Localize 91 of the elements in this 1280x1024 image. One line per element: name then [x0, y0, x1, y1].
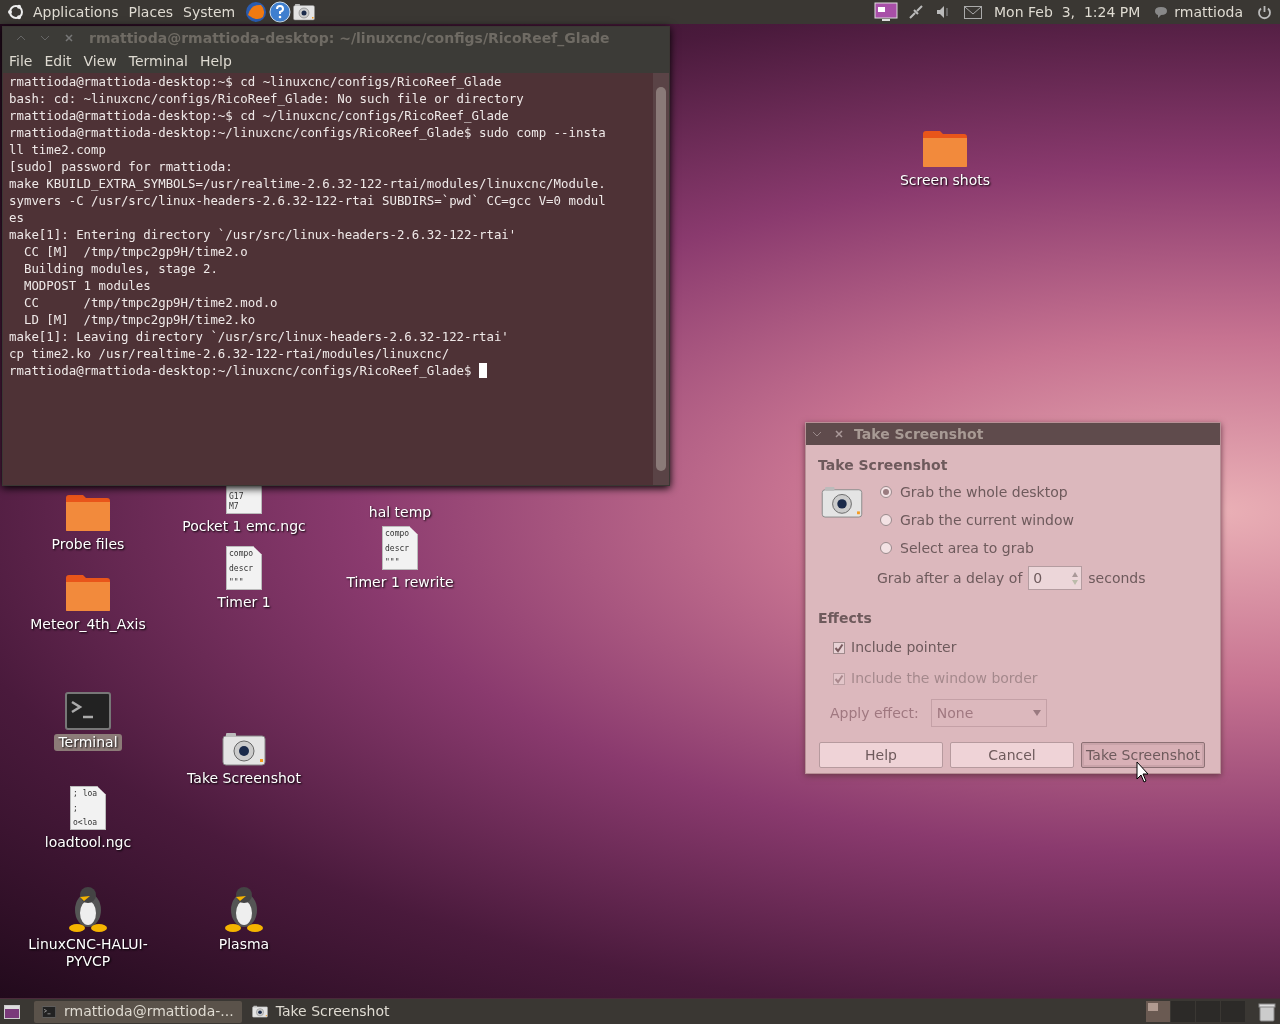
radio-label[interactable]: Grab the current window	[900, 509, 1074, 531]
terminal-line: ll time2.comp	[9, 141, 106, 158]
help-icon[interactable]	[269, 1, 292, 23]
desktop-icon-label[interactable]: Terminal	[54, 734, 122, 751]
dropdown-caret-icon	[1032, 710, 1041, 716]
desktop-icon-label[interactable]: LinuxCNC-HALUI-PYVCP	[18, 936, 158, 970]
radio-button[interactable]	[880, 542, 892, 554]
penguin-icon	[66, 884, 110, 932]
terminal-line: rmattioda@rmattioda-desktop:~/linuxcnc/configs/RicoReef_Glade$	[9, 362, 473, 379]
terminal-line: LD [M] /tmp/tmpc2gp9H/time2.ko	[22, 311, 256, 328]
terminal-line: make[1]: Entering directory `/usr/src/linux-headers-2.6.32-122-rtai'	[9, 226, 517, 243]
menu-item[interactable]: Terminal	[128, 50, 188, 72]
terminal-line: bash: cd: ~linuxcnc/configs/RicoReef_Glade: No such file or directory	[9, 90, 524, 107]
terminal-line: rmattioda@rmattioda-desktop:~$ cd ~linuxcnc/configs/RicoReef_Glade	[9, 73, 502, 90]
camera-icon	[820, 486, 864, 518]
dialog-button[interactable]: Help	[819, 742, 943, 768]
panel-menu[interactable]: Places	[128, 1, 174, 23]
terminal-line: [sudo] password for rmattioda:	[9, 158, 233, 175]
camera-icon	[293, 3, 316, 21]
terminal-line: Building modules, stage 2.	[22, 260, 218, 277]
mail-icon[interactable]	[964, 5, 983, 19]
section-heading: Effects	[818, 609, 873, 628]
terminal-line: rmattioda@rmattioda-desktop:~/linuxcnc/configs/RicoReef_Glade$ sudo comp --insta	[9, 124, 606, 141]
terminal-line: symvers -C /usr/src/linux-headers-2.6.32-122-rtai SUBDIRS=`pwd` CC=gcc V=0 modul	[9, 192, 606, 209]
panel-menu[interactable]: System	[183, 1, 236, 23]
radio-button[interactable]	[880, 486, 892, 498]
radio-button[interactable]	[880, 514, 892, 526]
desktop-icon-label[interactable]: Plasma	[214, 936, 274, 953]
terminal-line: cp time2.ko /usr/realtime-2.6.32-122-rtai/modules/linuxcnc/	[9, 345, 450, 362]
panel-menu[interactable]: Applications	[33, 1, 119, 23]
mouse-pointer-icon	[1136, 761, 1150, 783]
menu-item[interactable]: File	[9, 50, 33, 72]
text-file-icon: ; loa ; o<loa	[70, 786, 106, 830]
desktop-icon-label[interactable]: loadtool.ngc	[40, 834, 136, 851]
desktop-icon-label[interactable]: Meteor_4th_Axis	[26, 616, 150, 633]
text-cursor	[478, 363, 487, 378]
panel-user-name[interactable]: rmattioda	[1174, 1, 1243, 23]
checkbox-label[interactable]: Include pointer	[851, 637, 957, 658]
terminal-icon	[65, 692, 111, 730]
desktop-icon-label[interactable]: hal temp	[364, 504, 436, 521]
display-icon[interactable]	[874, 2, 899, 22]
section-heading: Take Screenshot	[818, 456, 949, 475]
camera-icon	[251, 1005, 268, 1018]
checkbox[interactable]	[833, 641, 845, 654]
text-file-icon: compo descr """	[226, 546, 262, 590]
terminal-line: CC /tmp/tmpc2gp9H/time2.mod.o	[22, 294, 278, 311]
dialog-button[interactable]: Cancel	[950, 742, 1074, 768]
terminal-line: MODPOST 1 modules	[22, 277, 151, 294]
taskbar-button[interactable]: Take Screenshot	[243, 1000, 398, 1023]
menu-item[interactable]: Help	[199, 50, 232, 72]
delay-unit: seconds	[1088, 568, 1146, 588]
folder-icon	[65, 574, 111, 612]
desktop-icon-label[interactable]: Timer 1 rewrite	[342, 574, 458, 591]
field-label: Apply effect:	[830, 703, 919, 723]
panel-clock[interactable]: Mon Feb 3, 1:24 PM	[994, 1, 1141, 23]
delay-spin-field[interactable]: 0	[1028, 566, 1083, 590]
penguin-icon	[222, 884, 266, 932]
terminal-line: make KBUILD_EXTRA_SYMBOLS=/usr/realtime-2.6.32-122-rtai/modules/linuxcnc/Module.	[9, 175, 606, 192]
desktop-icon-label[interactable]: Screen shots	[895, 172, 995, 189]
taskbar-button[interactable]: rmattioda@rmattioda-...	[34, 1000, 242, 1023]
ubuntu-logo-icon[interactable]	[7, 3, 25, 21]
radio-label[interactable]: Grab the whole desktop	[900, 481, 1068, 503]
network-plug-icon[interactable]	[908, 4, 925, 20]
power-icon[interactable]	[1257, 4, 1272, 20]
desktop-icon-label[interactable]: Probe files	[47, 536, 129, 553]
volume-icon[interactable]	[936, 4, 951, 20]
menu-item[interactable]: Edit	[44, 50, 72, 72]
desktop-icon-label[interactable]: Timer 1	[213, 594, 275, 611]
camera-icon	[222, 732, 266, 766]
delay-label: Grab after a delay of	[877, 568, 1023, 588]
terminal-line: rmattioda@rmattioda-desktop:~$ cd ~/linuxcnc/configs/RicoReef_Glade	[9, 107, 509, 124]
scrollbar[interactable]	[653, 73, 669, 485]
radio-label[interactable]: Select area to grab	[900, 537, 1034, 559]
terminal-line: make[1]: Leaving directory `/usr/src/linux-headers-2.6.32-122-rtai'	[9, 328, 509, 345]
desktop-icon-label[interactable]: Pocket 1 emc.ngc	[178, 518, 310, 535]
terminal-line: es	[9, 209, 24, 226]
workspace-cell[interactable]	[1171, 1001, 1196, 1022]
spin-up-icon[interactable]	[1072, 571, 1079, 577]
folder-icon	[922, 130, 968, 168]
workspace-cell[interactable]	[1146, 1001, 1171, 1022]
menu-item[interactable]: View	[83, 50, 117, 72]
terminal-icon	[42, 1005, 56, 1018]
show-desktop-icon[interactable]	[4, 1004, 20, 1019]
text-file-icon: compo descr """	[382, 526, 418, 570]
chat-bubble-icon[interactable]	[1154, 5, 1169, 19]
trash-icon[interactable]	[1258, 1001, 1276, 1022]
folder-icon	[65, 494, 111, 532]
browser-globe-icon[interactable]	[245, 1, 268, 23]
window-title: Take Screenshot	[854, 424, 984, 444]
terminal-line: CC [M] /tmp/tmpc2gp9H/time2.o	[22, 243, 248, 260]
desktop-icon-label[interactable]: Take Screenshot	[183, 770, 305, 787]
